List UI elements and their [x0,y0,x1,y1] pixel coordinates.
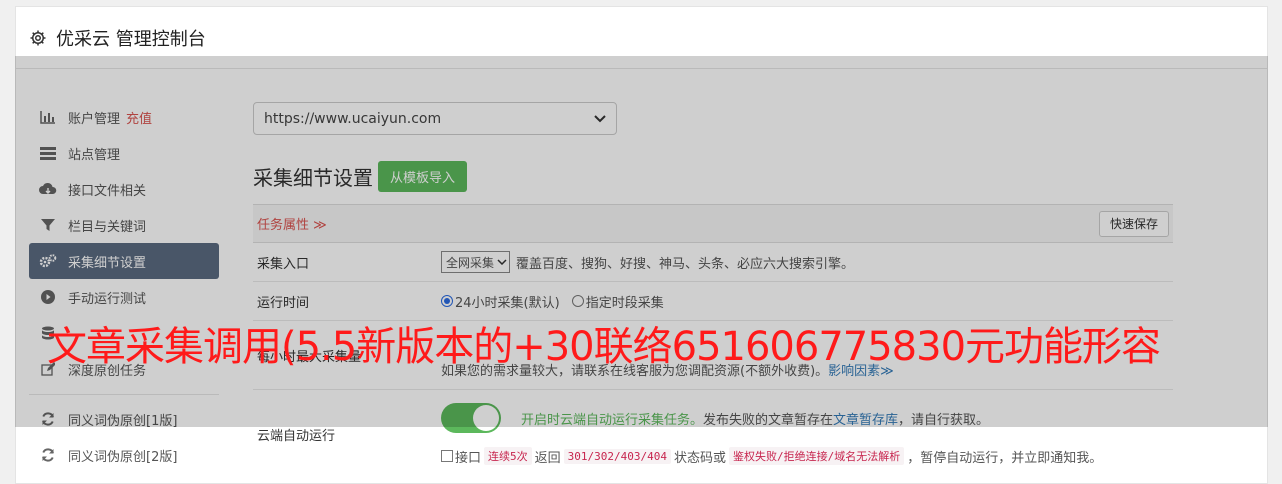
play-circle-icon [39,290,57,304]
sidebar-item-label: 同义词伪原创[1版] [68,413,178,429]
chevron-down-icon [594,111,606,127]
sidebar-item-label: 手动运行测试 [68,291,147,307]
sidebar-item-columns-keywords[interactable]: 栏目与关键词 [29,207,219,243]
entry-label: 采集入口 [257,256,310,272]
filter-icon [39,218,57,232]
sidebar-item-label: 栏目与关键词 [68,219,147,235]
cloud-desc-tail: ，请自行获取。 [898,412,990,428]
recharge-link[interactable]: 充值 [126,108,152,127]
quick-save-button[interactable]: 快速保存 [1098,210,1169,237]
mid-text-2: 状态码或 [674,450,727,466]
entry-desc: 覆盖百度、搜狗、好搜、神马、头条、必应六大搜索引擎。 [516,256,855,272]
radio-24h-label: 24小时采集(默认) [455,295,560,311]
cloud-label: 云端自动运行 [257,428,336,444]
form-row-cloud: 云端自动运行 开启时云端自动运行采集任务。 发布失败的文章暂存在 文章暂存库 ，… [253,390,1173,478]
form-row-entry: 采集入口 全网采集 覆盖百度、搜狗、好搜、神马、头条、必应六大搜索引擎。 [253,243,1173,282]
section-title: 采集细节设置 [253,166,373,190]
sidebar-item-sites[interactable]: 站点管理 [29,135,219,171]
entry-select-value: 全网采集 [446,255,495,270]
code-errors: 鉴权失败/拒绝连接/域名无法解析 [729,447,905,465]
radio-scheduled[interactable] [571,295,584,307]
sidebar-item-collect-settings[interactable]: 采集细节设置 [29,243,219,279]
sidebar: 账户管理 充值 站点管理 接口文件相关 栏目与关键词 采集细节设置 手动运行测试… [29,99,219,473]
cogs-icon [39,254,57,268]
site-select-value: https://www.ucaiyun.com [264,110,442,127]
sidebar-divider [29,394,219,395]
interface-label: 接口 [455,450,482,466]
sidebar-item-label: 站点管理 [68,147,121,163]
sidebar-item-account[interactable]: 账户管理 充值 [29,99,219,135]
page-title: 优采云 管理控制台 [56,28,206,50]
chevron-down-icon [497,259,507,265]
code-status: 301/302/403/404 [563,448,671,464]
interface-checkbox[interactable] [441,450,453,462]
watermark-text: 文章采集调用(5.5新版本的+30联络651606775830元功能形容 [47,324,1161,370]
task-props-toggle[interactable]: 任务属性 ≫ [257,214,327,233]
radio-24h[interactable] [441,295,453,307]
refresh-icon [39,448,57,462]
sidebar-item-synonym-v1[interactable]: 同义词伪原创[1版] [29,401,219,437]
cloud-on-text: 开启时云端自动运行采集任务。 [521,412,704,428]
section-header: 采集细节设置 从模板导入 [253,161,1173,192]
gear-icon [30,30,46,45]
sidebar-item-label: 接口文件相关 [68,183,147,199]
site-select[interactable]: https://www.ucaiyun.com [253,102,617,135]
sidebar-item-label: 同义词伪原创[2版] [68,449,178,465]
cloud-tail-text: ，暂停自动运行，并立即通知我。 [907,450,1103,466]
import-template-button[interactable]: 从模板导入 [378,161,468,192]
cloud-desc-text: 发布失败的文章暂存在 [703,412,834,428]
sidebar-item-interface-files[interactable]: 接口文件相关 [29,171,219,207]
server-icon [39,146,57,160]
task-props-bar: 任务属性 ≫ 快速保存 [253,204,1173,243]
sidebar-item-label: 账户管理 [68,111,121,127]
radio-scheduled-label: 指定时段采集 [585,295,664,311]
cloud-auto-toggle[interactable] [441,403,501,433]
console-panel: 优采云 管理控制台 账户管理 充值 站点管理 接口文件相关 栏目与关键词 采集细… [15,6,1268,484]
refresh-icon [39,412,57,426]
sidebar-item-manual-run[interactable]: 手动运行测试 [29,279,219,315]
sidebar-item-synonym-v2[interactable]: 同义词伪原创[2版] [29,437,219,473]
header: 优采云 管理控制台 [16,7,1267,69]
code-consecutive: 连续5次 [484,447,532,465]
mid-text-1: 返回 [534,450,561,466]
main-content: https://www.ucaiyun.com 采集细节设置 从模板导入 任务属… [253,102,1173,478]
entry-select[interactable]: 全网采集 [441,251,511,273]
article-repo-link[interactable]: 文章暂存库 [833,409,898,428]
sidebar-item-label: 采集细节设置 [68,255,147,271]
bar-chart-icon [39,110,57,124]
cloud-download-icon [39,182,57,196]
